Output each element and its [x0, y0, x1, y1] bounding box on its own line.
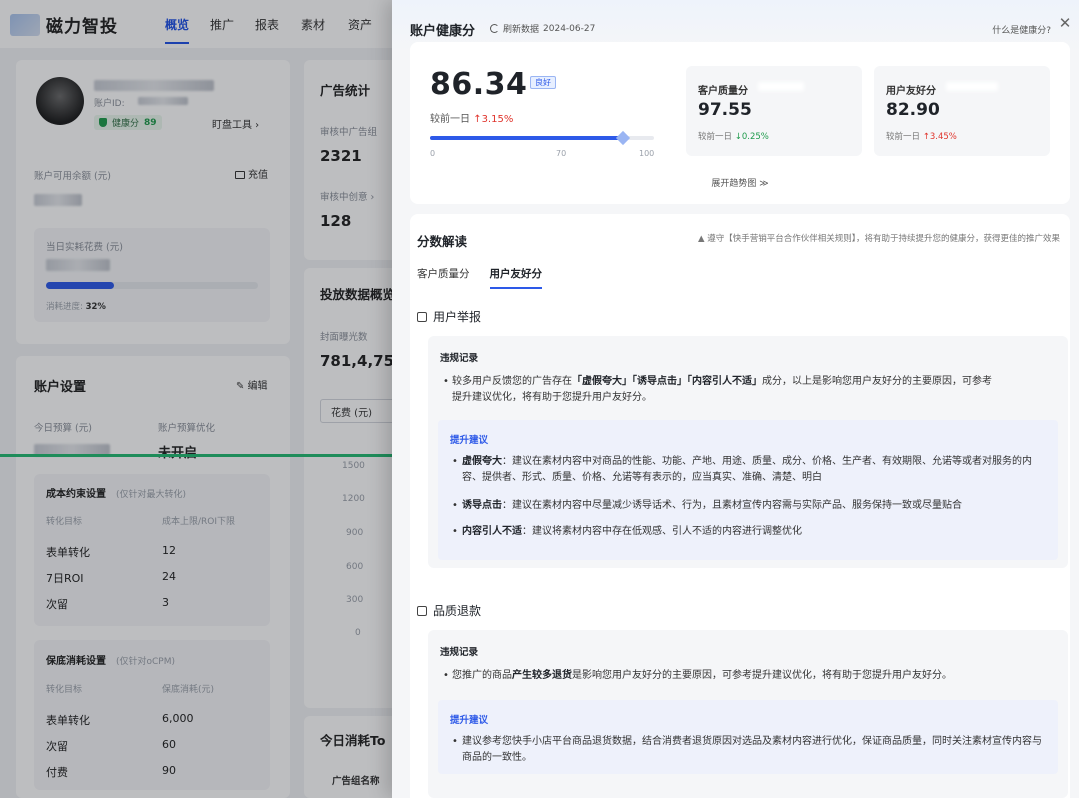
- refund-tip-item: 建议参考您快手小店平台商品退货数据，结合消费者退货原因对选品及素材内容进行优化，…: [452, 734, 1047, 766]
- customer-quality-label: 客户质量分: [698, 86, 748, 97]
- tip-text: ：建议在素材内容中尽量减少诱导话术、行为，且素材宣传内容需与实际产品、服务保持一…: [502, 500, 962, 511]
- report-record-text: 较多用户反馈您的广告存在「虚假夸大」「诱导点击」「内容引人不适」成分，以上是影响…: [443, 374, 1052, 406]
- tab-customer-quality[interactable]: 客户质量分: [417, 266, 470, 289]
- report-panel: 违规记录 较多用户反馈您的广告存在「虚假夸大」「诱导点击」「内容引人不适」成分，…: [428, 336, 1068, 568]
- tip-key: 虚假夸大: [462, 456, 502, 467]
- report-section-title: 用户举报: [417, 308, 481, 325]
- score-tick: 70: [556, 149, 567, 158]
- rules-notice-text: 遵守【快手营销平台合作伙伴相关规则】，将有助于持续提升您的健康分，获得更佳的推广…: [707, 234, 1060, 244]
- score-tabs: 客户质量分 用户友好分: [417, 266, 542, 289]
- score-marker: [615, 130, 630, 146]
- refund-title-text: 品质退款: [433, 604, 482, 618]
- report-record-title: 违规记录: [440, 353, 479, 364]
- refund-record-title: 违规记录: [440, 647, 479, 658]
- refresh-label: 刷新数据: [503, 25, 540, 35]
- tip-item: 内容引人不适：建议将素材内容中存在低观感、引人不适的内容进行调整优化: [452, 524, 1047, 540]
- rules-notice: ▲ 遵守【快手营销平台合作伙伴相关规则】，将有助于持续提升您的健康分，获得更佳的…: [698, 232, 1060, 244]
- refund-record-c: 是影响您用户友好分的主要原因，可参考提升建议优化，将有助于您提升用户友好分。: [572, 670, 952, 681]
- warning-icon: ▲: [697, 234, 708, 244]
- score-compare-label: 较前一日: [430, 114, 470, 125]
- redaction-mark: [946, 82, 998, 91]
- refresh-icon: [490, 24, 499, 33]
- refresh-date: 2024-06-27: [543, 23, 596, 34]
- refund-tips-title: 提升建议: [450, 715, 489, 726]
- score-bar: [430, 130, 654, 146]
- refund-section-title: 品质退款: [417, 602, 481, 619]
- customer-quality-compare-label: 较前一日: [698, 132, 733, 142]
- user-friendly-compare-label: 较前一日: [886, 132, 921, 142]
- score-level-tag: 良好: [530, 76, 556, 89]
- modal-mask[interactable]: [0, 0, 392, 798]
- redaction-mark: [758, 82, 804, 91]
- report-title-text: 用户举报: [433, 310, 482, 324]
- refund-record-text: 您推广的商品产生较多退货是影响您用户友好分的主要原因，可参考提升建议优化，将有助…: [443, 668, 1052, 684]
- refund-tips: 提升建议 建议参考您快手小店平台商品退货数据，结合消费者退货原因对选品及素材内容…: [438, 700, 1058, 774]
- refund-panel: 违规记录 您推广的商品产生较多退货是影响您用户友好分的主要原因，可参考提升建议优…: [428, 630, 1068, 798]
- total-score: 86.34: [430, 67, 528, 102]
- tip-item: 虚假夸大：建议在素材内容中对商品的性能、功能、产地、用途、质量、成分、价格、生产…: [452, 454, 1047, 486]
- drawer-title: 账户健康分: [410, 24, 476, 39]
- tip-key: 内容引人不适: [462, 526, 522, 537]
- score-compare: 较前一日 ↑3.15%: [430, 110, 513, 125]
- report-tips-title: 提升建议: [450, 435, 489, 446]
- tip-key: 诱导点击: [462, 500, 502, 511]
- expand-trend-button[interactable]: 展开趋势图 ≫: [410, 176, 1070, 189]
- customer-quality-compare: 较前一日 ↓0.25%: [698, 130, 769, 142]
- score-card: 86.34 良好 较前一日 ↑3.15% 0 70 100 客户质量分 97.5…: [410, 42, 1070, 204]
- user-friendly-card: 用户友好分 82.90 较前一日 ↑3.45%: [874, 66, 1050, 156]
- user-friendly-label: 用户友好分: [886, 86, 936, 97]
- interpretation-panel: 分数解读 ▲ 遵守【快手营销平台合作伙伴相关规则】，将有助于持续提升您的健康分，…: [410, 214, 1070, 798]
- score-tick: 100: [639, 149, 655, 158]
- help-link[interactable]: 什么是健康分?: [992, 23, 1051, 36]
- refund-record-b: 产生较多退货: [512, 670, 572, 681]
- customer-quality-card: 客户质量分 97.55 较前一日 ↓0.25%: [686, 66, 862, 156]
- report-icon: [417, 312, 427, 322]
- refresh-button[interactable]: 刷新数据 2024-06-27: [490, 22, 595, 35]
- score-bar-fill: [430, 136, 623, 140]
- refund-icon: [417, 606, 427, 616]
- close-icon[interactable]: ✕: [1057, 15, 1073, 31]
- report-record-a: 较多用户反馈您的广告存在: [452, 376, 572, 387]
- report-record-d: 提升建议优化，将有助于您提升用户友好分。: [452, 392, 652, 403]
- user-friendly-value: 82.90: [886, 100, 940, 120]
- customer-quality-compare-value: ↓0.25%: [734, 132, 769, 142]
- score-compare-value: ↑3.15%: [473, 114, 514, 125]
- tip-item: 诱导点击：建议在素材内容中尽量减少诱导话术、行为，且素材宣传内容需与实际产品、服…: [452, 498, 1047, 514]
- tip-text: ：建议将素材内容中存在低观感、引人不适的内容进行调整优化: [522, 526, 802, 537]
- user-friendly-compare: 较前一日 ↑3.45%: [886, 130, 957, 142]
- report-tips: 提升建议 虚假夸大：建议在素材内容中对商品的性能、功能、产地、用途、质量、成分、…: [438, 420, 1058, 560]
- interpretation-title: 分数解读: [417, 234, 468, 249]
- user-friendly-compare-value: ↑3.45%: [922, 132, 957, 142]
- health-score-drawer: 账户健康分 刷新数据 2024-06-27 什么是健康分? ✕ 86.34 良好…: [392, 0, 1079, 798]
- refund-record-a: 您推广的商品: [452, 670, 512, 681]
- tip-text: ：建议在素材内容中对商品的性能、功能、产地、用途、质量、成分、价格、生产者、有效…: [462, 456, 1032, 483]
- tab-user-friendly[interactable]: 用户友好分: [489, 266, 542, 289]
- report-record-c: 成分，以上是影响您用户友好分的主要原因，可参考: [762, 376, 992, 387]
- score-tick: 0: [430, 149, 436, 158]
- annotation-arrow: [0, 454, 400, 457]
- customer-quality-value: 97.55: [698, 100, 752, 120]
- report-record-b: 「虚假夸大」「诱导点击」「内容引人不适」: [572, 376, 762, 387]
